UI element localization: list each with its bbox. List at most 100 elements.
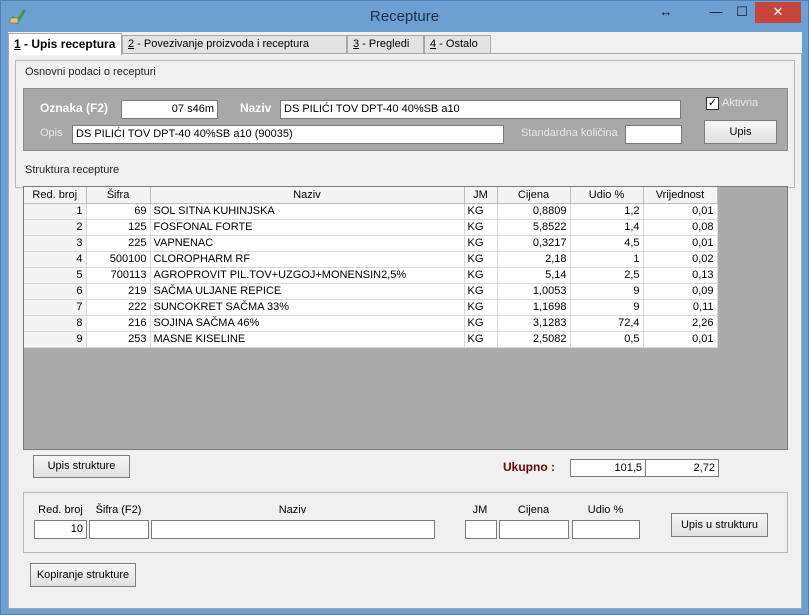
table-cell[interactable]: 222 <box>86 299 151 316</box>
table-cell[interactable]: 8 <box>24 315 87 332</box>
resize-icon[interactable]: ↔ <box>651 2 681 23</box>
upis-strukture-button[interactable]: Upis strukture <box>33 455 130 478</box>
table-cell[interactable]: KG <box>464 267 498 284</box>
table-cell[interactable]: MASNE KISELINE <box>150 331 465 348</box>
maximize-button[interactable]: ☐ <box>727 2 757 23</box>
tab-povezivanje[interactable]: 2 - Povezivanje proizvoda i receptura <box>122 35 347 54</box>
table-cell[interactable]: KG <box>464 235 498 252</box>
table-cell[interactable]: 2,18 <box>497 251 571 268</box>
table-cell[interactable]: 0,11 <box>643 299 718 316</box>
table-cell[interactable]: SUNCOKRET SAČMA 33% <box>150 299 465 316</box>
col-header[interactable]: Cijena <box>497 187 571 204</box>
table-cell[interactable]: 6 <box>24 283 87 300</box>
table-cell[interactable]: 9 <box>570 299 644 316</box>
table-cell[interactable]: 0,01 <box>643 235 718 252</box>
tab-ostalo[interactable]: 4 - Ostalo <box>424 35 491 54</box>
table-cell[interactable]: 1,2 <box>570 203 644 220</box>
table-cell[interactable]: KG <box>464 283 498 300</box>
close-button[interactable]: ✕ <box>755 2 801 23</box>
table-cell[interactable]: 1,4 <box>570 219 644 236</box>
table-cell[interactable]: 2 <box>24 219 87 236</box>
table-cell[interactable]: 3 <box>24 235 87 252</box>
table-cell[interactable]: 4,5 <box>570 235 644 252</box>
tab-pregledi[interactable]: 3 - Pregledi <box>347 35 424 54</box>
table-cell[interactable]: KG <box>464 299 498 316</box>
entry-udio-field[interactable] <box>572 520 640 539</box>
table-cell[interactable]: 2,26 <box>643 315 718 332</box>
col-header[interactable]: Šifra <box>86 187 151 204</box>
table-cell[interactable]: 4 <box>24 251 87 268</box>
entry-sifra-field[interactable] <box>89 520 149 539</box>
entry-jm-field[interactable] <box>465 520 497 539</box>
table-cell[interactable]: KG <box>464 251 498 268</box>
table-cell[interactable]: 1 <box>570 251 644 268</box>
table-cell[interactable]: 0,02 <box>643 251 718 268</box>
table-cell[interactable]: 0,09 <box>643 283 718 300</box>
table-cell[interactable]: 0,3217 <box>497 235 571 252</box>
table-cell[interactable]: 0,08 <box>643 219 718 236</box>
upis-u-strukturu-button[interactable]: Upis u strukturu <box>671 513 768 537</box>
table-cell[interactable]: AGROPROVIT PIL.TOV+UZGOJ+MONENSIN2,5% <box>150 267 465 284</box>
table-cell[interactable]: 5,8522 <box>497 219 571 236</box>
table-cell[interactable]: 0,01 <box>643 331 718 348</box>
oznaka-field[interactable]: 07 s46m <box>121 100 218 119</box>
table-row[interactable]: 2 125 FOSFONAL FORTE KG 5,8522 1,4 0,08 <box>24 219 718 236</box>
table-cell[interactable]: 125 <box>86 219 151 236</box>
table-cell[interactable]: 2,5082 <box>497 331 571 348</box>
title-bar[interactable]: Recepture ↔ — ☐ ✕ <box>1 1 808 32</box>
table-cell[interactable]: KG <box>464 315 498 332</box>
table-cell[interactable]: 0,8809 <box>497 203 571 220</box>
table-cell[interactable]: KG <box>464 219 498 236</box>
table-cell[interactable]: 253 <box>86 331 151 348</box>
table-cell[interactable]: SOL SITNA KUHINJSKA <box>150 203 465 220</box>
table-cell[interactable]: 9 <box>24 331 87 348</box>
entry-cijena-field[interactable] <box>499 520 569 539</box>
table-cell[interactable]: 3,1283 <box>497 315 571 332</box>
table-row[interactable]: 5 700113 AGROPROVIT PIL.TOV+UZGOJ+MONENSIN… <box>24 267 718 284</box>
table-row[interactable]: 7 222 SUNCOKRET SAČMA 33% KG 1,1698 9 0,11 <box>24 299 718 316</box>
kopiranje-strukture-button[interactable]: Kopiranje strukture <box>30 563 136 587</box>
tab-upis-receptura[interactable]: 1 - Upis receptura <box>8 33 122 55</box>
upis-button[interactable]: Upis <box>704 120 777 144</box>
table-cell[interactable]: 0,13 <box>643 267 718 284</box>
table-row[interactable]: 1 69 SOL SITNA KUHINJSKA KG 0,8809 1,2 0,01 <box>24 203 718 220</box>
table-cell[interactable]: VAPNENAC <box>150 235 465 252</box>
table-cell[interactable]: SOJINA SAČMA 46% <box>150 315 465 332</box>
table-cell[interactable]: 1 <box>24 203 87 220</box>
table-cell[interactable]: KG <box>464 203 498 220</box>
table-row[interactable]: 6 219 SAČMA ULJANE REPICE KG 1,0053 9 0,09 <box>24 283 718 300</box>
col-header[interactable]: Vrijednost <box>643 187 718 204</box>
opis-field[interactable]: DS PILIĆI TOV DPT-40 40%SB a10 (90035) <box>72 125 504 144</box>
table-cell[interactable]: SAČMA ULJANE REPICE <box>150 283 465 300</box>
standardna-kolicina-field[interactable] <box>625 125 682 144</box>
table-cell[interactable]: 1,1698 <box>497 299 571 316</box>
table-cell[interactable]: 5 <box>24 267 87 284</box>
table-cell[interactable]: 9 <box>570 283 644 300</box>
table-cell[interactable]: FOSFONAL FORTE <box>150 219 465 236</box>
table-cell[interactable]: 5,14 <box>497 267 571 284</box>
col-header[interactable]: Red. broj <box>24 187 87 204</box>
naziv-field[interactable]: DS PILIĆI TOV DPT-40 40%SB a10 <box>280 100 681 119</box>
table-cell[interactable]: 72,4 <box>570 315 644 332</box>
table-row[interactable]: 8 216 SOJINA SAČMA 46% KG 3,1283 72,4 2,26 <box>24 315 718 332</box>
table-row[interactable]: 9 253 MASNE KISELINE KG 2,5082 0,5 0,01 <box>24 331 718 348</box>
table-cell[interactable]: 69 <box>86 203 151 220</box>
table-row[interactable]: 3 225 VAPNENAC KG 0,3217 4,5 0,01 <box>24 235 718 252</box>
table-cell[interactable]: 216 <box>86 315 151 332</box>
table-cell[interactable]: 1,0053 <box>497 283 571 300</box>
aktivna-checkbox[interactable]: ✓ <box>706 97 719 110</box>
table-cell[interactable]: 0,01 <box>643 203 718 220</box>
table-cell[interactable]: CLOROPHARM RF <box>150 251 465 268</box>
table-cell[interactable]: 2,5 <box>570 267 644 284</box>
col-header[interactable]: Naziv <box>150 187 465 204</box>
table-cell[interactable]: 7 <box>24 299 87 316</box>
col-header[interactable]: JM <box>464 187 498 204</box>
table-cell[interactable]: 225 <box>86 235 151 252</box>
table-cell[interactable]: 0,5 <box>570 331 644 348</box>
structure-grid[interactable]: Red. broj Šifra Naziv JM Cijena Udio % V… <box>23 186 788 450</box>
entry-red-broj-field[interactable]: 10 <box>34 520 87 539</box>
table-row[interactable]: 4 500100 CLOROPHARM RF KG 2,18 1 0,02 <box>24 251 718 268</box>
table-cell[interactable]: KG <box>464 331 498 348</box>
entry-naziv-field[interactable] <box>151 520 435 539</box>
col-header[interactable]: Udio % <box>570 187 644 204</box>
